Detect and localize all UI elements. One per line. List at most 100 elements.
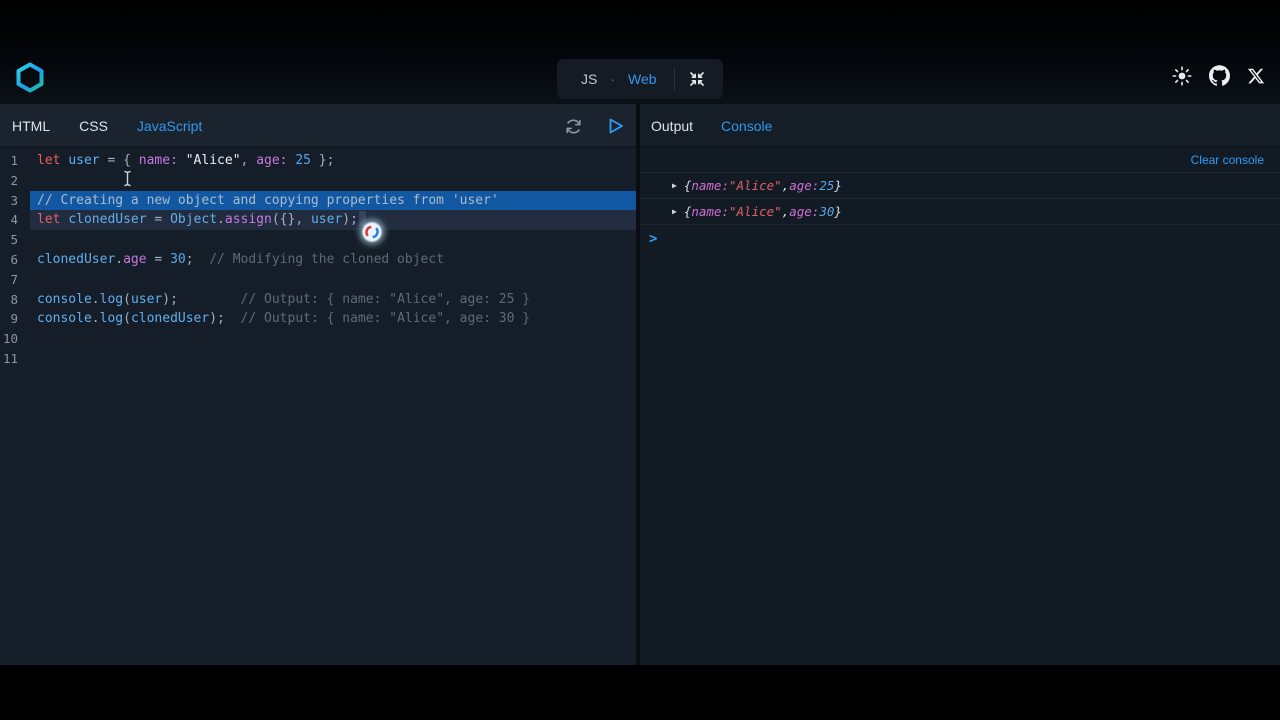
pill-divider: [673, 68, 675, 90]
code-line-content: let user = { name: "Alice", age: 25 };: [30, 151, 636, 171]
code-token: clonedUser: [68, 212, 147, 228]
mode-separator-dot: ·: [610, 71, 616, 87]
editor-line[interactable]: 9 console.log(clonedUser); // Output: { n…: [0, 309, 636, 329]
run-play-icon[interactable]: [607, 117, 625, 135]
code-token: age:: [256, 153, 288, 168]
editor-line[interactable]: 1 let user = { name: "Alice", age: 25 };: [0, 151, 636, 171]
code-token: .: [91, 311, 100, 327]
ibeam-cursor: [122, 170, 133, 192]
mode-switcher: JS · Web: [557, 59, 723, 99]
code-token: user: [310, 212, 343, 228]
code-editor[interactable]: 1 let user = { name: "Alice", age: 25 }; 2…: [0, 148, 636, 665]
code-line-content: // Creating a new object and copying pro…: [30, 190, 636, 211]
code-token: let: [37, 153, 61, 168]
theme-sun-icon[interactable]: [1172, 65, 1192, 86]
editor-line[interactable]: 2: [0, 171, 636, 191]
console-input-row[interactable]: >: [640, 225, 1280, 252]
line-number: 4: [10, 212, 18, 228]
editor-line[interactable]: 5: [0, 230, 636, 250]
expand-triangle-icon[interactable]: ▶: [672, 207, 677, 216]
code-token: // Modifying the cloned object: [209, 251, 445, 267]
editor-line[interactable]: 7: [0, 270, 636, 290]
clear-console-button[interactable]: Clear console: [1191, 153, 1264, 167]
editor-line[interactable]: 11: [0, 349, 636, 369]
tab-javascript[interactable]: JavaScript: [137, 118, 202, 134]
line-number: 3: [10, 192, 18, 208]
tab-output[interactable]: Output: [651, 118, 693, 134]
code-token: );: [209, 311, 241, 327]
code-line-content: [30, 349, 636, 369]
code-line-content: [30, 230, 636, 250]
editor-line[interactable]: 4 let clonedUser = Object.assign({}, user…: [0, 210, 636, 231]
code-token: // Output: { name: "Alice", age: 25 }: [240, 291, 531, 307]
code-token: ({},: [271, 212, 311, 228]
code-token: );: [162, 291, 241, 307]
x-logo-icon[interactable]: [1247, 67, 1265, 85]
line-number: 10: [2, 331, 18, 347]
code-line-content: [30, 329, 636, 349]
code-token: age:: [789, 204, 820, 219]
editor-line[interactable]: 10: [0, 329, 636, 349]
line-number: 7: [10, 271, 18, 287]
reset-refresh-icon[interactable]: [564, 117, 583, 136]
top-bar: JS · Web: [0, 0, 1280, 104]
code-token: (: [123, 291, 131, 307]
code-token: name:: [691, 178, 729, 193]
code-token: =: [146, 251, 171, 267]
code-token: (: [123, 311, 131, 327]
code-token: {: [683, 204, 692, 219]
code-token: console: [37, 311, 92, 327]
hexagon-logo-icon[interactable]: [16, 62, 44, 93]
code-token: .: [217, 212, 225, 228]
code-token: name:: [138, 153, 178, 168]
code-token: );: [342, 212, 358, 228]
github-icon[interactable]: [1209, 65, 1230, 86]
tab-css[interactable]: CSS: [79, 118, 108, 134]
code-line-content: console.log(user); // Output: { name: "A…: [30, 290, 636, 310]
editor-line[interactable]: 3 // Creating a new object and copying pr…: [0, 190, 636, 211]
code-token: .: [91, 291, 100, 307]
tab-console[interactable]: Console: [721, 118, 772, 134]
code-line-content: let clonedUser = Object.assign({}, user)…: [30, 210, 636, 231]
code-token: // Creating a new object and copying pro…: [37, 192, 499, 208]
code-token: "Alice": [729, 204, 782, 219]
mode-web-option[interactable]: Web: [628, 71, 657, 87]
code-token: "Alice": [729, 178, 782, 193]
line-number: 8: [10, 291, 18, 307]
busy-spinner-cursor: [361, 221, 383, 243]
line-number: 6: [10, 251, 18, 267]
code-token: clonedUser: [37, 251, 116, 267]
fullscreen-collapse-icon[interactable]: [688, 70, 706, 88]
code-token: let: [37, 212, 61, 228]
code-token: user: [130, 291, 163, 307]
code-token: }: [834, 178, 842, 193]
console-prompt-chevron: >: [649, 230, 658, 247]
console-log-row: ▶ {name: "Alice", age: 25}: [640, 173, 1280, 199]
line-number: 2: [10, 172, 18, 188]
code-token: user: [68, 153, 100, 168]
code-token: log: [99, 311, 124, 327]
playground-app: JS · Web HTML CSS JavaScript 1 let user …: [0, 0, 1280, 665]
expand-triangle-icon[interactable]: ▶: [672, 181, 677, 190]
console-log-row: ▶ {name: "Alice", age: 30}: [640, 199, 1280, 225]
tab-html[interactable]: HTML: [12, 118, 50, 134]
code-token: {: [683, 178, 692, 193]
code-token: "Alice": [185, 153, 241, 168]
code-line-content: [30, 270, 636, 290]
code-token: age: [123, 251, 147, 267]
line-number: 9: [10, 311, 18, 327]
code-token: = {: [99, 153, 139, 168]
code-line-content: [30, 171, 636, 191]
editor-tab-bar: HTML CSS JavaScript: [0, 104, 636, 148]
code-token: }: [834, 204, 842, 219]
code-token: age:: [789, 178, 820, 193]
code-token: 30: [170, 251, 186, 267]
code-token: assign: [224, 212, 272, 228]
mode-js-option[interactable]: JS: [581, 71, 597, 87]
code-token: };: [310, 153, 335, 168]
code-token: 25: [819, 178, 835, 193]
code-token: =: [146, 212, 171, 228]
editor-line[interactable]: 6 clonedUser.age = 30; // Modifying the c…: [0, 250, 636, 270]
editor-line[interactable]: 8 console.log(user); // Output: { name: "…: [0, 290, 636, 310]
code-token: log: [99, 291, 124, 307]
